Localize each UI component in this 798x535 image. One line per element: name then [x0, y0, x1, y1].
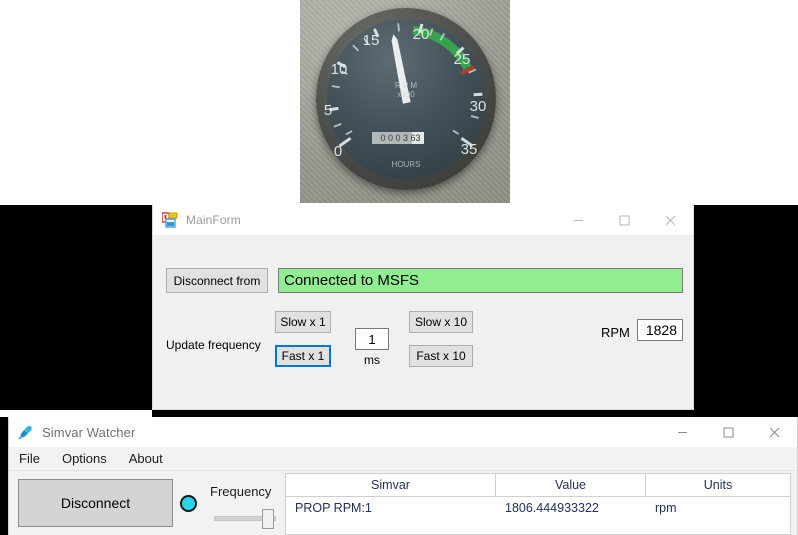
column-header-value[interactable]: Value: [496, 474, 646, 496]
gauge-dial-graphics: 0 5 10 15 20 25 30 35 R P M x100 HOURS 0…: [316, 8, 496, 190]
maximize-icon[interactable]: [705, 417, 751, 447]
svg-text:HOURS: HOURS: [392, 160, 421, 169]
fast-x10-button[interactable]: Fast x 10: [409, 345, 473, 367]
black-band-strip: [0, 417, 8, 535]
mainform-window[interactable]: MainForm Disconnect from Connected to MS…: [152, 205, 694, 410]
column-header-simvar[interactable]: Simvar: [286, 474, 496, 496]
rpm-value: 1828: [646, 322, 677, 338]
disconnect-from-button[interactable]: Disconnect from: [166, 268, 268, 293]
simvar-watcher-titlebar[interactable]: Simvar Watcher: [9, 417, 797, 447]
disconnect-button[interactable]: Disconnect: [18, 479, 173, 527]
svg-text:0 0 0 3 6: 0 0 0 3 6: [380, 133, 415, 143]
svg-text:25: 25: [454, 51, 471, 68]
simvar-data-grid[interactable]: Simvar Value Units PROP RPM:1 1806.44493…: [285, 473, 791, 535]
menu-item-about[interactable]: About: [129, 451, 163, 466]
mainform-body: Disconnect from Connected to MSFS Update…: [153, 235, 693, 409]
svg-text:10: 10: [331, 61, 348, 78]
column-header-units[interactable]: Units: [646, 474, 790, 496]
simvar-watcher-title: Simvar Watcher: [42, 425, 135, 440]
menu-item-options[interactable]: Options: [62, 451, 107, 466]
mainform-caption-buttons: [555, 205, 693, 235]
svg-text:35: 35: [461, 141, 478, 158]
winforms-icon: [162, 212, 178, 228]
cell-value: 1806.444933322: [496, 497, 646, 519]
black-band-right: [694, 205, 798, 410]
table-row[interactable]: PROP RPM:1 1806.444933322 rpm: [286, 497, 790, 519]
fast-x1-button[interactable]: Fast x 1: [275, 345, 331, 367]
aircraft-tachometer-photo: 0 5 10 15 20 25 30 35 R P M x100 HOURS 0…: [300, 0, 510, 203]
minimize-icon[interactable]: [555, 205, 601, 235]
close-icon[interactable]: [647, 205, 693, 235]
close-icon[interactable]: [751, 417, 797, 447]
interval-input[interactable]: 1: [355, 328, 389, 350]
rpm-label: RPM: [601, 325, 630, 340]
black-band-left: [0, 205, 152, 410]
cell-units: rpm: [646, 497, 790, 519]
cell-simvar: PROP RPM:1: [286, 497, 496, 519]
grid-header-row: Simvar Value Units: [286, 474, 790, 497]
mainform-titlebar[interactable]: MainForm: [153, 205, 693, 235]
update-frequency-label: Update frequency: [166, 338, 261, 352]
svg-text:x100: x100: [397, 90, 415, 99]
frequency-label: Frequency: [210, 484, 271, 499]
minimize-icon[interactable]: [659, 417, 705, 447]
svg-text:3: 3: [415, 133, 420, 143]
plug-icon: [18, 424, 34, 440]
interval-value: 1: [359, 332, 385, 347]
slow-x10-button[interactable]: Slow x 10: [409, 311, 473, 333]
frequency-slider[interactable]: [214, 509, 276, 529]
simvar-watcher-menubar: File Options About: [9, 447, 797, 471]
svg-text:20: 20: [413, 26, 430, 43]
frequency-slider-thumb[interactable]: [262, 509, 274, 529]
desktop-background: 0 5 10 15 20 25 30 35 R P M x100 HOURS 0…: [0, 0, 798, 535]
menu-item-file[interactable]: File: [19, 451, 40, 466]
interval-units-label: ms: [355, 353, 389, 367]
simvar-watcher-body: Disconnect Frequency Simvar Value Units …: [9, 471, 797, 535]
mainform-title: MainForm: [186, 213, 241, 227]
svg-text:5: 5: [324, 102, 332, 119]
connection-status-field: Connected to MSFS: [278, 268, 683, 293]
svg-text:0: 0: [334, 143, 342, 160]
svg-text:R P M: R P M: [395, 81, 417, 90]
simvar-watcher-window[interactable]: Simvar Watcher File Options About Discon…: [8, 417, 798, 535]
svg-text:30: 30: [470, 98, 487, 115]
black-band-middle: [152, 410, 798, 417]
slow-x1-button[interactable]: Slow x 1: [275, 311, 331, 333]
connection-led: [180, 495, 197, 512]
svg-text:15: 15: [363, 32, 380, 49]
maximize-icon[interactable]: [601, 205, 647, 235]
rpm-value-field[interactable]: 1828: [637, 319, 683, 341]
simvar-watcher-caption-buttons: [659, 417, 797, 447]
